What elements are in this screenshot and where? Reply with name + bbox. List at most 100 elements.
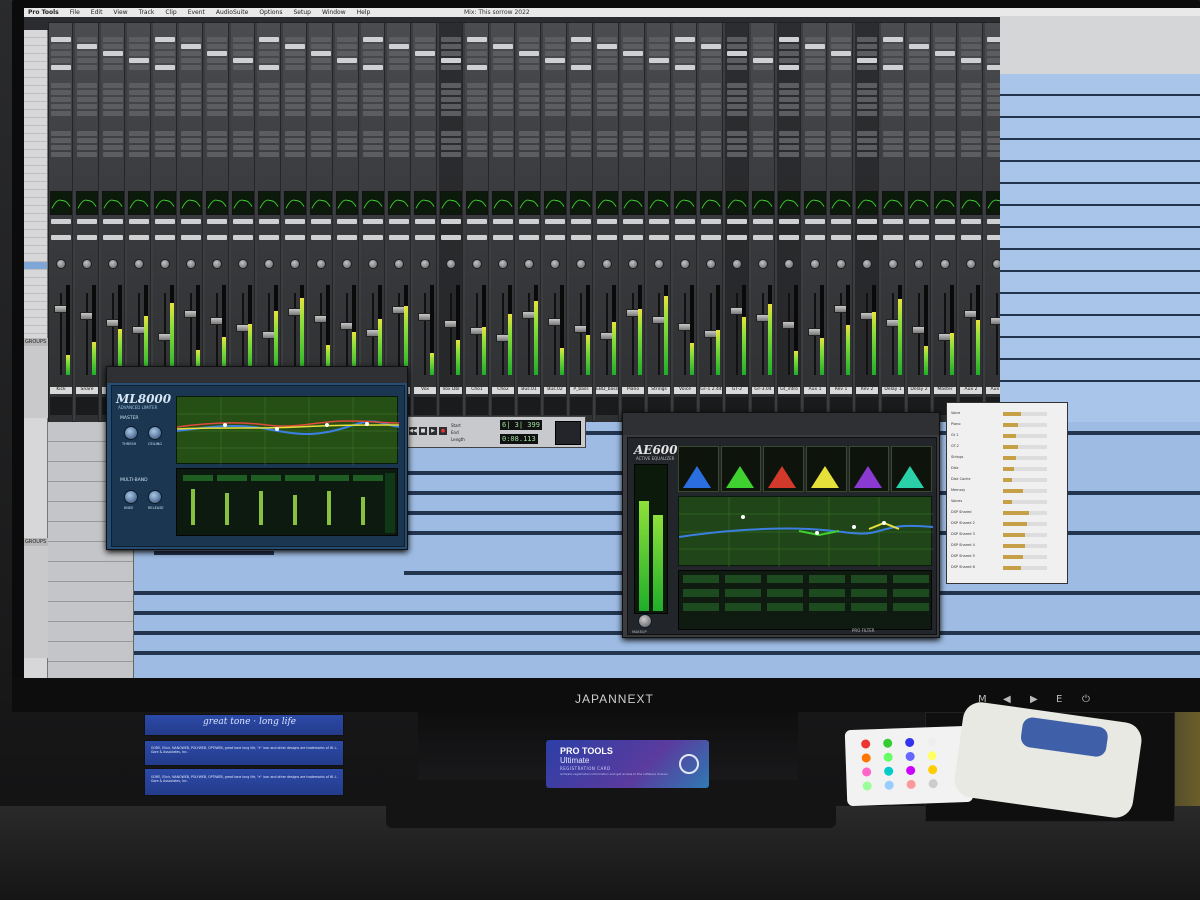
track-list-row[interactable] [24,262,47,270]
send-slot[interactable] [883,83,903,88]
output-selector[interactable] [493,219,513,224]
rewind-button[interactable]: ◀◀ [409,427,417,435]
insert-slot[interactable] [129,37,149,42]
send-slot[interactable] [727,83,747,88]
channel-strip[interactable]: Master [933,23,957,423]
send-slot[interactable] [727,111,747,116]
insert-slot[interactable] [909,37,929,42]
track-name[interactable]: Master [934,387,956,394]
send-slot[interactable] [831,152,851,157]
eq-thumbnail[interactable] [128,191,150,215]
send-slot[interactable] [129,138,149,143]
track-list-row[interactable] [24,214,47,222]
track-list-row[interactable] [24,246,47,254]
insert-slot[interactable] [467,44,487,49]
channel-strip[interactable]: Tom2 [153,23,177,423]
send-slot[interactable] [129,90,149,95]
send-slot[interactable] [883,90,903,95]
channel-strip[interactable]: Rev 2 [855,23,879,423]
insert-slot[interactable] [51,65,71,70]
send-slot[interactable] [623,90,643,95]
send-slot[interactable] [883,97,903,102]
automation-mode[interactable] [623,235,643,240]
pan-knob[interactable] [680,259,690,269]
automation-mode[interactable] [831,235,851,240]
send-slot[interactable] [831,97,851,102]
channel-strip[interactable]: Kick [49,23,73,423]
track-comments[interactable] [544,397,566,415]
track-list-row[interactable] [24,166,47,174]
send-slot[interactable] [727,97,747,102]
insert-slot[interactable] [909,51,929,56]
automation-mode[interactable] [571,235,591,240]
send-slot[interactable] [77,97,97,102]
track-comments[interactable] [492,397,514,415]
send-slot[interactable] [961,90,981,95]
pan-knob[interactable] [342,259,352,269]
insert-slot[interactable] [805,37,825,42]
send-slot[interactable] [883,111,903,116]
send-slot[interactable] [207,111,227,116]
insert-slot[interactable] [337,44,357,49]
makeup-knob[interactable] [638,614,652,628]
automation-mode[interactable] [415,235,435,240]
insert-slot[interactable] [805,65,825,70]
insert-slot[interactable] [415,65,435,70]
send-slot[interactable] [155,138,175,143]
send-slot[interactable] [259,83,279,88]
send-slot[interactable] [155,90,175,95]
output-selector[interactable] [441,219,461,224]
send-slot[interactable] [233,145,253,150]
send-slot[interactable] [961,138,981,143]
output-selector[interactable] [649,219,669,224]
send-slot[interactable] [857,152,877,157]
send-slot[interactable] [77,138,97,143]
pan-knob[interactable] [472,259,482,269]
send-slot[interactable] [571,111,591,116]
output-selector[interactable] [753,219,773,224]
send-slot[interactable] [727,138,747,143]
send-slot[interactable] [831,104,851,109]
timeline-waveform[interactable] [1000,116,1200,118]
send-slot[interactable] [467,131,487,136]
channel-strip[interactable]: Voice [673,23,697,423]
ml8000-plugin-window[interactable]: ML8000 ADVANCED LIMITER MASTER THRESH CE… [106,366,408,550]
output-selector[interactable] [935,219,955,224]
track-name[interactable]: EBD_bass [596,387,618,394]
send-slot[interactable] [701,97,721,102]
send-slot[interactable] [415,138,435,143]
send-slot[interactable] [389,90,409,95]
send-slot[interactable] [831,111,851,116]
output-selector[interactable] [207,219,227,224]
automation-mode[interactable] [259,235,279,240]
output-selector[interactable] [857,219,877,224]
main-counter[interactable]: 6| 3| 399 [500,420,542,430]
track-name[interactable]: Cho2 [492,387,514,394]
eq-thumbnail[interactable] [232,191,254,215]
send-slot[interactable] [753,152,773,157]
send-slot[interactable] [259,97,279,102]
track-name[interactable]: Rev 2 [856,387,878,394]
send-slot[interactable] [779,83,799,88]
system-usage-window[interactable]: Voice Piano Gt 1 GT-2 Strings Disk Disk Cache M… [946,402,1068,584]
output-selector[interactable] [961,219,981,224]
send-slot[interactable] [675,138,695,143]
pan-knob[interactable] [628,259,638,269]
channel-strip[interactable]: GT-1 2.44 [699,23,723,423]
send-slot[interactable] [727,152,747,157]
send-slot[interactable] [441,145,461,150]
pan-knob[interactable] [550,259,560,269]
send-slot[interactable] [441,83,461,88]
power-osd-button[interactable]: ⏻ [1082,694,1090,705]
output-selector[interactable] [259,219,279,224]
send-slot[interactable] [805,111,825,116]
send-slot[interactable] [51,83,71,88]
channel-strip[interactable]: Delay 2 [907,23,931,423]
pan-knob[interactable] [888,259,898,269]
send-slot[interactable] [77,83,97,88]
send-slot[interactable] [545,131,565,136]
insert-slot[interactable] [285,37,305,42]
insert-slot[interactable] [337,65,357,70]
send-slot[interactable] [935,97,955,102]
timeline-waveform[interactable] [1000,160,1200,162]
